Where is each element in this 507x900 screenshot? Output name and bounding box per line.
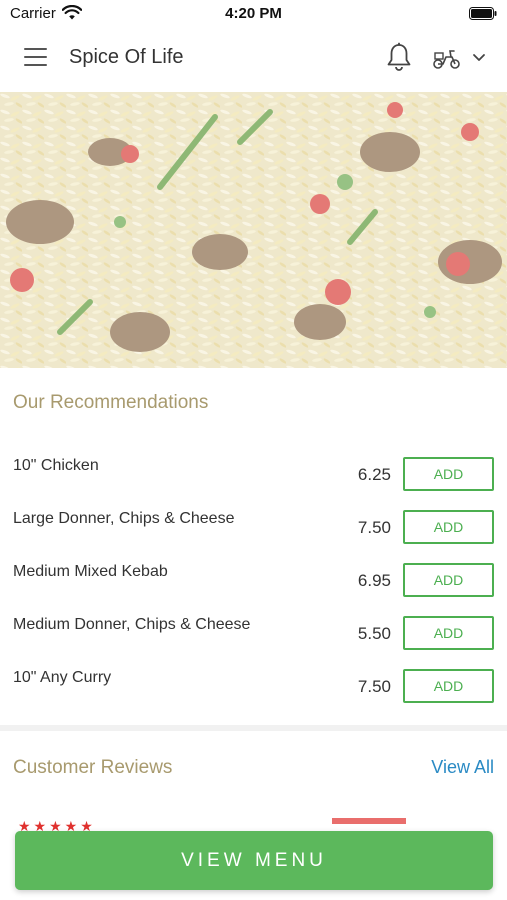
chevron-down-icon[interactable] (472, 53, 486, 63)
item-price: 7.50 (357, 518, 391, 537)
add-button[interactable]: ADD (403, 563, 494, 597)
view-menu-button[interactable]: VIEW MENU (15, 831, 493, 890)
list-item: Medium Mixed Kebab 6.95 ADD (0, 563, 507, 616)
scooter-icon[interactable] (432, 48, 462, 70)
review-source-badge (332, 818, 406, 824)
list-item: Large Donner, Chips & Cheese 7.50 ADD (0, 510, 507, 563)
item-name: 10" Chicken (13, 457, 99, 474)
item-price: 5.50 (357, 624, 391, 643)
add-button[interactable]: ADD (403, 616, 494, 650)
item-price: 6.25 (357, 465, 391, 484)
item-name: Medium Donner, Chips & Cheese (13, 616, 251, 633)
list-item: 10" Any Curry 7.50 ADD (0, 669, 507, 722)
add-button[interactable]: ADD (403, 457, 494, 491)
menu-icon[interactable] (24, 48, 47, 66)
view-all-link[interactable]: View All (431, 757, 494, 778)
item-name: Medium Mixed Kebab (13, 563, 168, 580)
add-button[interactable]: ADD (403, 510, 494, 544)
item-name: 10" Any Curry (13, 669, 112, 686)
status-bar: Carrier 4:20 PM (0, 0, 507, 28)
bell-icon[interactable] (386, 42, 412, 72)
recommendations-title: Our Recommendations (13, 392, 209, 413)
battery-icon (469, 7, 497, 20)
add-button[interactable]: ADD (403, 669, 494, 703)
item-name: Large Donner, Chips & Cheese (13, 510, 235, 527)
app-header: Spice Of Life (0, 28, 507, 90)
reviews-title: Customer Reviews (13, 757, 173, 778)
list-item: 10" Chicken 6.25 ADD (0, 457, 507, 510)
section-divider (0, 725, 507, 731)
biryani-illustration (0, 92, 507, 368)
status-time: 4:20 PM (225, 5, 282, 22)
item-price: 7.50 (357, 677, 391, 696)
list-item: Medium Donner, Chips & Cheese 5.50 ADD (0, 616, 507, 669)
hero-food-image (0, 92, 507, 368)
page-title: Spice Of Life (69, 46, 184, 68)
item-price: 6.95 (357, 571, 391, 590)
